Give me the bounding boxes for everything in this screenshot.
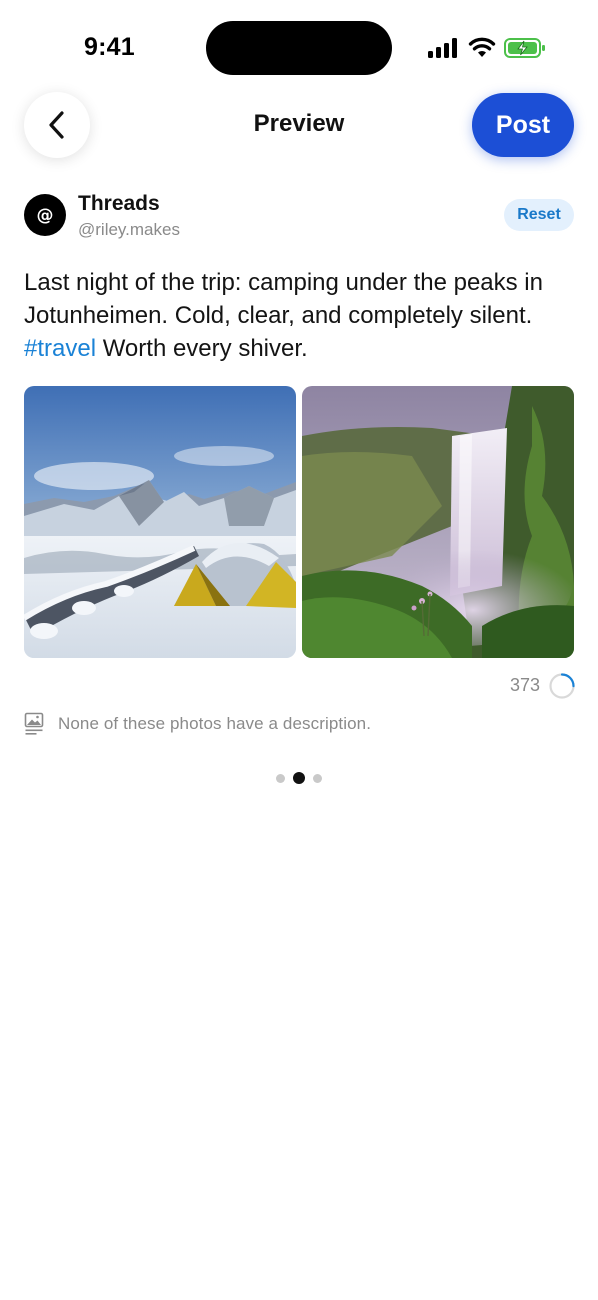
- account-handle: @riley.makes: [78, 220, 180, 239]
- page-indicator: [0, 772, 598, 784]
- page-dot[interactable]: [293, 772, 305, 784]
- post-text-body: Last night of the trip: camping under th…: [24, 269, 543, 329]
- avatar[interactable]: @: [24, 194, 66, 236]
- photo-snow-camp[interactable]: [24, 386, 296, 658]
- post-text-tail: Worth every shiver.: [96, 335, 308, 362]
- status-bar: 9:41: [0, 0, 598, 90]
- post-text[interactable]: Last night of the trip: camping under th…: [24, 266, 579, 365]
- account-name: Threads: [78, 192, 160, 215]
- post-button[interactable]: Post: [472, 93, 574, 157]
- page-dot[interactable]: [313, 773, 322, 783]
- snow-camp-photo: [24, 386, 296, 658]
- svg-text:@: @: [37, 206, 54, 226]
- wifi-icon: [468, 37, 496, 57]
- alt-text-notice[interactable]: None of these photos have a description.: [58, 714, 371, 734]
- cellular-signal-icon: [428, 38, 457, 58]
- dynamic-island: [206, 21, 392, 75]
- page-dot[interactable]: [276, 773, 285, 783]
- threads-logo-icon: @: [37, 206, 54, 226]
- hashtag-link[interactable]: #travel: [24, 335, 96, 362]
- battery-charging-icon: [504, 38, 545, 58]
- reset-button[interactable]: Reset: [504, 199, 574, 231]
- status-time: 9:41: [84, 33, 135, 61]
- character-count: 373: [509, 675, 540, 695]
- character-limit-progress-icon: [549, 673, 575, 699]
- photo-waterfall[interactable]: [302, 386, 574, 658]
- image-description-icon: [24, 712, 44, 735]
- waterfall-photo: [302, 386, 574, 658]
- top-navigation: Preview Post: [0, 88, 598, 164]
